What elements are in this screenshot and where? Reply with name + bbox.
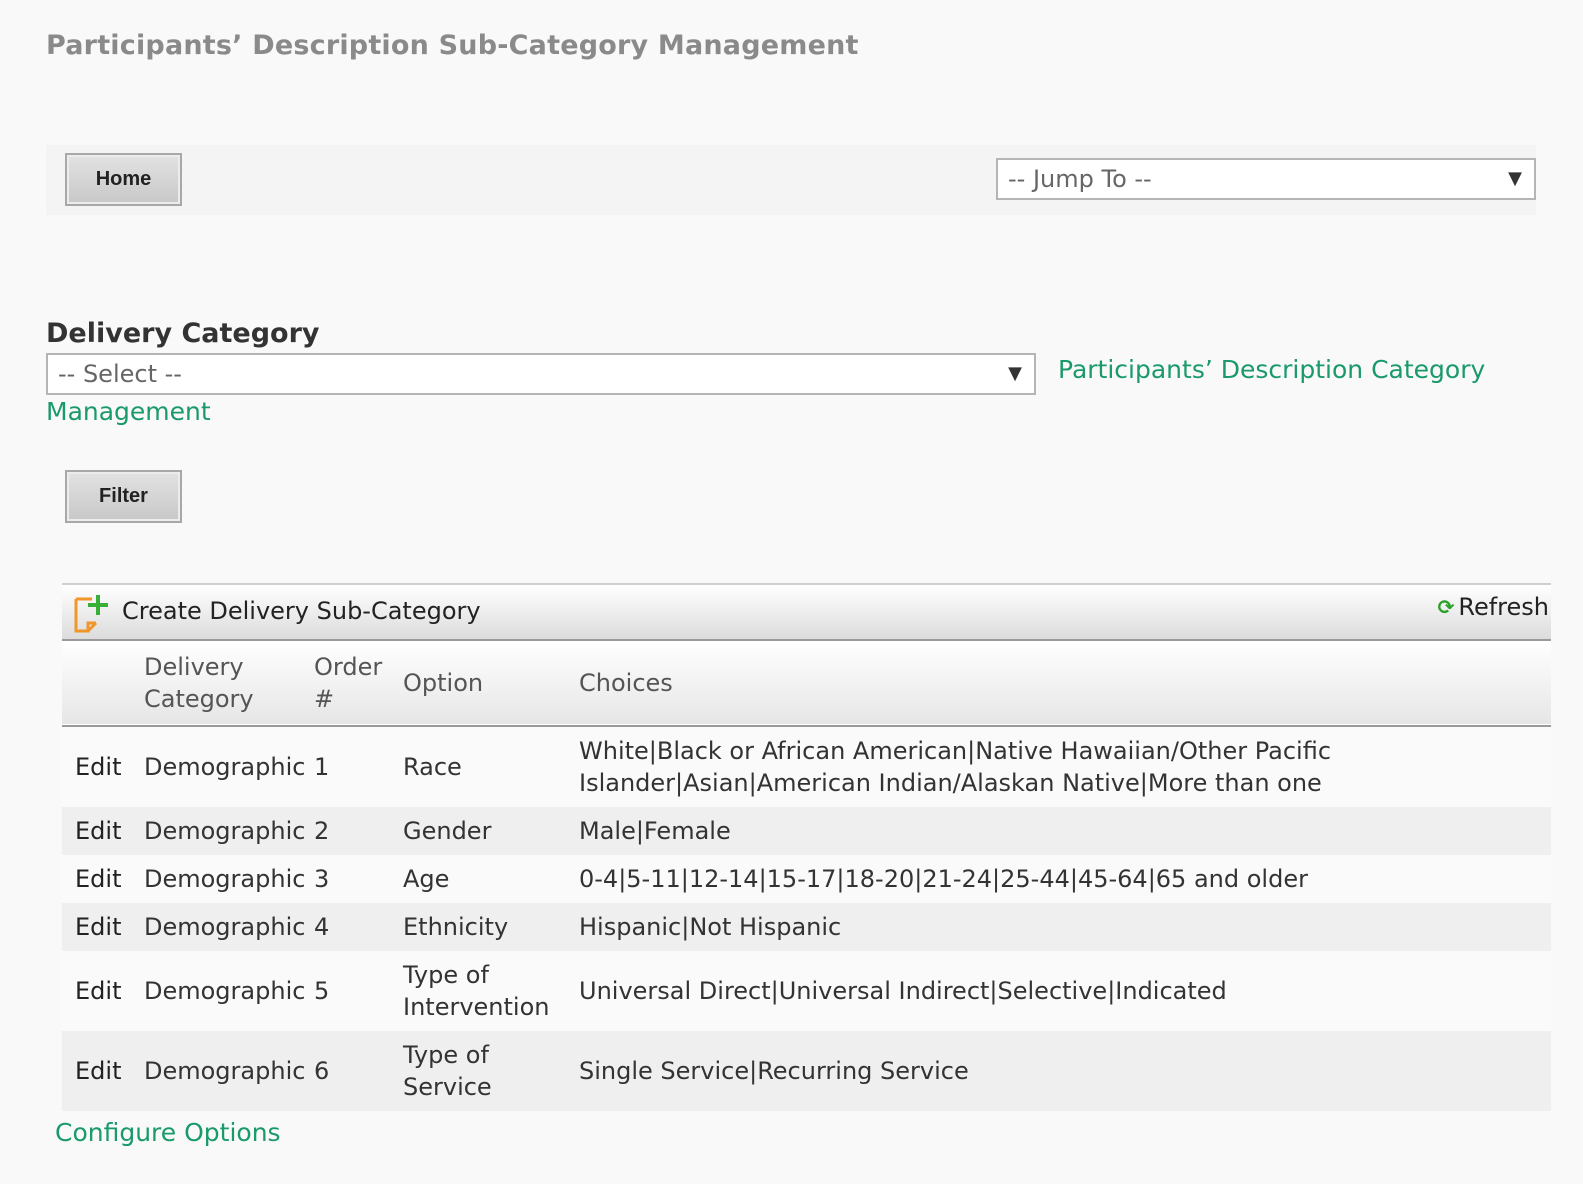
caret-down-icon: ▼ xyxy=(1508,168,1522,189)
refresh-label: Refresh xyxy=(1458,593,1549,621)
category-management-link[interactable]: Participants’ Description Category xyxy=(1058,355,1485,384)
delivery-category-select[interactable]: -- Select -- ▼ xyxy=(46,353,1036,395)
configure-options-link[interactable]: Configure Options xyxy=(55,1118,281,1147)
subcategory-grid: Create Delivery Sub-Category ⟳ Refresh D… xyxy=(62,583,1551,1111)
cell-choices: Single Service|Recurring Service xyxy=(579,1057,969,1085)
caret-down-icon: ▼ xyxy=(1008,363,1022,384)
cell-category: Demographic xyxy=(144,865,306,893)
table-row: Edit Demographic 5 Type of Intervention … xyxy=(62,951,1551,1031)
edit-link[interactable]: Edit xyxy=(75,1057,121,1085)
create-subcategory-button[interactable]: Create Delivery Sub-Category xyxy=(122,597,481,625)
cell-choices: Universal Direct|Universal Indirect|Sele… xyxy=(579,977,1227,1005)
home-button[interactable]: Home xyxy=(65,153,182,206)
table-row: Edit Demographic 3 Age 0-4|5-11|12-14|15… xyxy=(62,855,1551,903)
cell-category: Demographic xyxy=(144,1057,306,1085)
jump-to-select[interactable]: -- Jump To -- ▼ xyxy=(996,158,1536,200)
subcategory-table: Delivery Category Order # Option Choices… xyxy=(62,641,1551,1111)
top-toolbar: Home -- Jump To -- ▼ xyxy=(46,145,1536,215)
table-row: Edit Demographic 6 Type of Service Singl… xyxy=(62,1031,1551,1111)
category-management-link-continued[interactable]: Management xyxy=(46,397,211,426)
header-choices[interactable]: Choices xyxy=(579,641,1551,726)
cell-option: Ethnicity xyxy=(403,913,509,941)
refresh-icon: ⟳ xyxy=(1437,595,1455,619)
cell-order: 2 xyxy=(314,817,330,845)
edit-link[interactable]: Edit xyxy=(75,977,121,1005)
cell-category: Demographic xyxy=(144,913,306,941)
delivery-category-value: -- Select -- xyxy=(58,360,182,388)
cell-choices: Male|Female xyxy=(579,817,731,845)
cell-option: Race xyxy=(403,753,462,781)
grid-toolbar: Create Delivery Sub-Category ⟳ Refresh xyxy=(62,583,1551,641)
cell-option: Gender xyxy=(403,817,492,845)
refresh-button[interactable]: ⟳ Refresh xyxy=(1438,593,1549,621)
table-row: Edit Demographic 4 Ethnicity Hispanic|No… xyxy=(62,903,1551,951)
cell-option: Type of Intervention xyxy=(403,961,550,1021)
edit-link[interactable]: Edit xyxy=(75,865,121,893)
cell-choices: Hispanic|Not Hispanic xyxy=(579,913,842,941)
header-delivery-category[interactable]: Delivery Category xyxy=(144,641,314,726)
cell-category: Demographic xyxy=(144,817,306,845)
header-order[interactable]: Order # xyxy=(314,641,403,726)
header-option[interactable]: Option xyxy=(403,641,579,726)
add-document-icon[interactable] xyxy=(72,593,110,635)
header-edit xyxy=(62,641,144,726)
cell-category: Demographic xyxy=(144,753,306,781)
cell-order: 1 xyxy=(314,753,330,781)
header-order-line2: # xyxy=(314,685,335,713)
jump-to-value: -- Jump To -- xyxy=(1008,165,1152,193)
cell-order: 6 xyxy=(314,1057,330,1085)
cell-category: Demographic xyxy=(144,977,306,1005)
cell-option: Type of Service xyxy=(403,1041,492,1101)
header-delivery-category-line1: Delivery xyxy=(144,653,244,681)
cell-option: Age xyxy=(403,865,450,893)
cell-choices: White|Black or African American|Native H… xyxy=(579,737,1332,797)
header-delivery-category-line2: Category xyxy=(144,685,254,713)
table-header-row: Delivery Category Order # Option Choices xyxy=(62,641,1551,726)
cell-order: 3 xyxy=(314,865,330,893)
cell-choices: 0-4|5-11|12-14|15-17|18-20|21-24|25-44|4… xyxy=(579,865,1308,893)
table-row: Edit Demographic 2 Gender Male|Female xyxy=(62,807,1551,855)
header-order-line1: Order xyxy=(314,653,383,681)
cell-order: 5 xyxy=(314,977,330,1005)
edit-link[interactable]: Edit xyxy=(75,753,121,781)
edit-link[interactable]: Edit xyxy=(75,913,121,941)
table-row: Edit Demographic 1 Race White|Black or A… xyxy=(62,726,1551,807)
page-title: Participants’ Description Sub-Category M… xyxy=(46,30,859,61)
delivery-category-label: Delivery Category xyxy=(46,318,320,349)
edit-link[interactable]: Edit xyxy=(75,817,121,845)
cell-order: 4 xyxy=(314,913,330,941)
filter-button[interactable]: Filter xyxy=(65,470,182,523)
